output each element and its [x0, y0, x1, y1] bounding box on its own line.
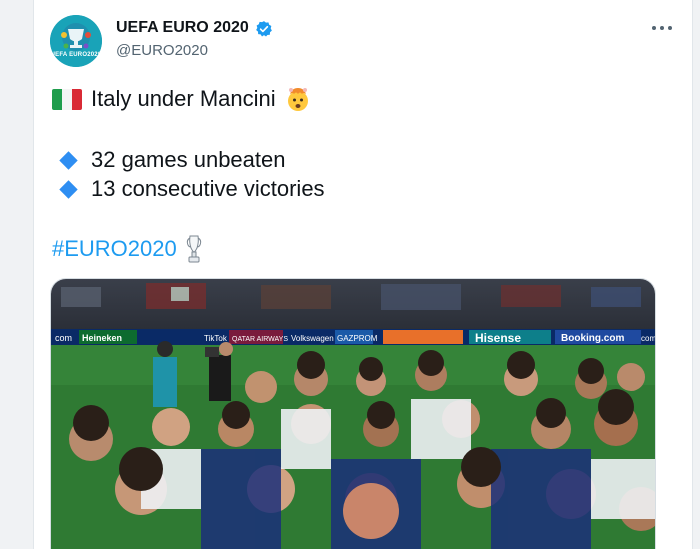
account-avatar[interactable]: UEFA EURO2020: [50, 15, 102, 67]
avatar-label: UEFA EURO2020: [50, 52, 102, 58]
photo-board-text: GAZPROM: [337, 334, 378, 343]
italy-flag-icon: [52, 88, 82, 110]
more-options-icon[interactable]: [652, 22, 672, 34]
photo-board-text: com: [641, 334, 656, 343]
photo-board-text: Heineken: [82, 333, 122, 343]
euro-trophy-logo-icon: [50, 15, 102, 67]
tweet-card[interactable]: UEFA EURO2020 UEFA EURO 2020 @EURO2020 I…: [33, 0, 693, 549]
photo-board-text: Hisense: [475, 331, 521, 345]
photo-board-text: QATAR AIRWAYS: [232, 336, 288, 343]
tweet-headline-line: Italy under Mancini: [52, 86, 311, 112]
photo-board-text: com: [55, 333, 72, 343]
verified-badge-icon: [256, 21, 272, 37]
photo-board-text: Volkswagen: [291, 334, 334, 343]
exploding-head-icon: [287, 88, 308, 111]
team-huddle-photo: com Heineken TikTok QATAR AIRWAYS Volksw…: [51, 279, 656, 549]
tweet-headline: Italy under Mancini: [91, 86, 276, 111]
bullet-text: 32 games unbeaten: [91, 147, 286, 172]
bullet-text: 13 consecutive victories: [91, 176, 325, 201]
account-name[interactable]: UEFA EURO 2020: [116, 19, 249, 37]
account-handle[interactable]: @EURO2020: [116, 42, 208, 59]
blue-diamond-icon: [59, 150, 78, 170]
bullet-item: 13 consecutive victories: [52, 176, 325, 202]
tweet-photo[interactable]: com Heineken TikTok QATAR AIRWAYS Volksw…: [50, 278, 656, 549]
trophy-icon: [186, 235, 201, 263]
photo-board-text: TikTok: [204, 334, 228, 343]
photo-board-text: Booking.com: [561, 333, 624, 344]
hashtag-line: #EURO2020: [52, 234, 203, 264]
hashtag-link[interactable]: #EURO2020: [52, 236, 177, 262]
bullet-item: 32 games unbeaten: [52, 147, 286, 173]
blue-diamond-icon: [59, 179, 78, 199]
